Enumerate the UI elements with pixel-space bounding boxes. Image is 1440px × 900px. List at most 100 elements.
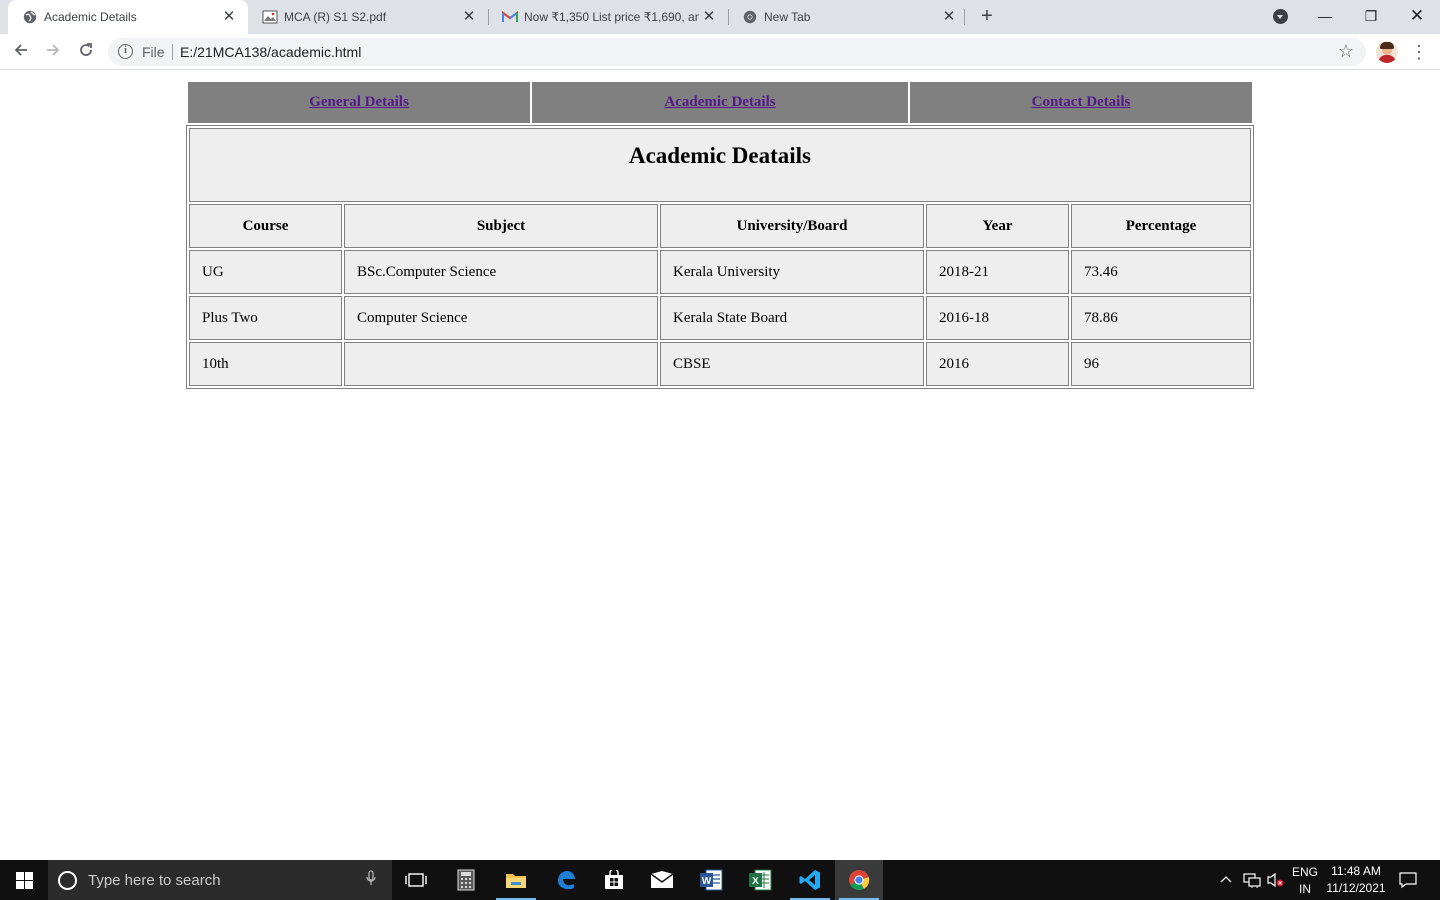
svg-text:X: X <box>752 876 759 887</box>
tab-search-icon[interactable] <box>1273 9 1288 24</box>
chrome-icon <box>742 9 758 25</box>
close-window-button[interactable]: ✕ <box>1402 3 1432 29</box>
tab-title: Now ₹1,350 List price ₹1,690, and <box>524 10 699 24</box>
forward-button[interactable] <box>41 40 65 64</box>
notification-icon[interactable] <box>1399 871 1417 892</box>
page-content: General Details Academic Details Contact… <box>0 71 1440 860</box>
new-tab-button[interactable]: + <box>976 5 998 27</box>
arrow-right-icon <box>47 44 60 56</box>
gmail-icon <box>502 9 518 25</box>
cell-subject <box>344 342 658 386</box>
tab-title: MCA (R) S1 S2.pdf <box>284 10 387 24</box>
microphone-icon[interactable] <box>366 870 376 890</box>
close-tab-icon[interactable]: ✕ <box>940 8 958 26</box>
word-icon[interactable]: W <box>687 860 735 900</box>
info-icon[interactable]: i <box>118 44 133 59</box>
clock-date: 11/12/2021 <box>1326 881 1386 895</box>
browser-tab-strip: Academic Details ✕ MCA (R) S1 S2.pdf ✕ N… <box>0 0 1440 34</box>
network-icon[interactable] <box>1243 872 1261 891</box>
bookmark-star-icon[interactable]: ☆ <box>1338 41 1354 62</box>
language-label: ENG <box>1291 865 1318 879</box>
cell-year: 2016-18 <box>926 296 1069 340</box>
table-row: UG BSc.Computer Science Kerala Universit… <box>189 250 1251 294</box>
cell-course: UG <box>189 250 342 294</box>
table-row: Plus Two Computer Science Kerala State B… <box>189 296 1251 340</box>
task-view-icon[interactable] <box>392 860 440 900</box>
cell-course: Plus Two <box>189 296 342 340</box>
cell-year: 2018-21 <box>926 250 1069 294</box>
academic-details-table: Academic Deatails Course Subject Univers… <box>186 125 1254 389</box>
close-tab-icon[interactable]: ✕ <box>460 8 478 26</box>
column-header-percentage: Percentage <box>1071 204 1251 248</box>
column-header-university: University/Board <box>660 204 924 248</box>
column-header-year: Year <box>926 204 1069 248</box>
back-button[interactable] <box>9 40 33 64</box>
chrome-icon[interactable] <box>835 860 883 900</box>
address-url[interactable]: E:/21MCA138/academic.html <box>180 44 361 60</box>
site-nav: General Details Academic Details Contact… <box>186 80 1254 125</box>
cell-subject: Computer Science <box>344 296 658 340</box>
volume-muted-icon[interactable] <box>1267 872 1285 891</box>
tab-academic-details[interactable]: Academic Details ✕ <box>8 0 248 34</box>
more-menu-icon[interactable]: ⋮ <box>1410 42 1428 62</box>
cell-percentage: 78.86 <box>1071 296 1251 340</box>
file-explorer-icon[interactable] <box>492 860 540 900</box>
cell-percentage: 73.46 <box>1071 250 1251 294</box>
cell-year: 2016 <box>926 342 1069 386</box>
vscode-icon[interactable] <box>786 860 834 900</box>
address-bar[interactable]: i File E:/21MCA138/academic.html ☆ <box>108 38 1366 66</box>
tab-pdf[interactable]: MCA (R) S1 S2.pdf ✕ <box>248 0 488 34</box>
nav-cell: Academic Details <box>532 82 908 123</box>
cell-university: Kerala University <box>660 250 924 294</box>
column-header-course: Course <box>189 204 342 248</box>
cell-percentage: 96 <box>1071 342 1251 386</box>
clock-time: 11:48 AM <box>1331 864 1381 878</box>
mail-icon[interactable] <box>638 860 686 900</box>
tab-title: New Tab <box>764 10 811 24</box>
table-row: 10th CBSE 2016 96 <box>189 342 1251 386</box>
windows-start-icon[interactable] <box>16 872 33 889</box>
taskbar-search-placeholder: Type here to search <box>88 872 221 889</box>
nav-cell: Contact Details <box>910 82 1252 123</box>
minimize-button[interactable]: — <box>1310 3 1340 29</box>
clock[interactable]: 11:48 AM 11/12/2021 <box>1322 860 1390 900</box>
calculator-icon[interactable] <box>442 860 490 900</box>
cell-university: CBSE <box>660 342 924 386</box>
restore-button[interactable]: ❐ <box>1356 3 1386 29</box>
edge-icon[interactable] <box>542 860 590 900</box>
arrow-left-icon <box>14 44 27 56</box>
tab-divider <box>964 9 965 25</box>
address-divider <box>172 44 173 60</box>
nav-cell: General Details <box>188 82 530 123</box>
cell-university: Kerala State Board <box>660 296 924 340</box>
cell-course: 10th <box>189 342 342 386</box>
globe-icon <box>22 9 38 25</box>
reload-icon <box>80 43 92 56</box>
browser-toolbar: i File E:/21MCA138/academic.html ☆ ⋮ <box>0 34 1440 70</box>
scheme-label: File <box>142 44 165 60</box>
chevron-up-icon[interactable] <box>1220 872 1232 887</box>
windows-taskbar: Type here to search W X ENG IN 11:48 AM … <box>0 860 1440 900</box>
region-label: IN <box>1299 882 1311 896</box>
nav-link-general-details[interactable]: General Details <box>309 94 409 110</box>
profile-avatar[interactable] <box>1376 41 1398 63</box>
tab-title: Academic Details <box>44 10 137 24</box>
nav-link-contact-details[interactable]: Contact Details <box>1032 94 1131 110</box>
pdf-icon <box>262 9 278 25</box>
cortana-icon <box>58 871 77 890</box>
store-icon[interactable] <box>590 860 638 900</box>
column-header-subject: Subject <box>344 204 658 248</box>
cell-subject: BSc.Computer Science <box>344 250 658 294</box>
svg-text:W: W <box>702 876 712 887</box>
page-title: Academic Deatails <box>189 128 1251 202</box>
table-header-row: Course Subject University/Board Year Per… <box>189 204 1251 248</box>
taskbar-search-box[interactable]: Type here to search <box>48 860 392 900</box>
close-tab-icon[interactable]: ✕ <box>700 8 718 26</box>
tab-gmail[interactable]: Now ₹1,350 List price ₹1,690, and ✕ <box>488 0 728 34</box>
close-tab-icon[interactable]: ✕ <box>220 8 238 26</box>
tab-new-tab[interactable]: New Tab ✕ <box>728 0 968 34</box>
excel-icon[interactable]: X <box>736 860 784 900</box>
nav-link-academic-details[interactable]: Academic Details <box>664 94 775 110</box>
language-indicator[interactable]: ENG IN <box>1290 860 1320 900</box>
reload-button[interactable] <box>74 40 98 64</box>
